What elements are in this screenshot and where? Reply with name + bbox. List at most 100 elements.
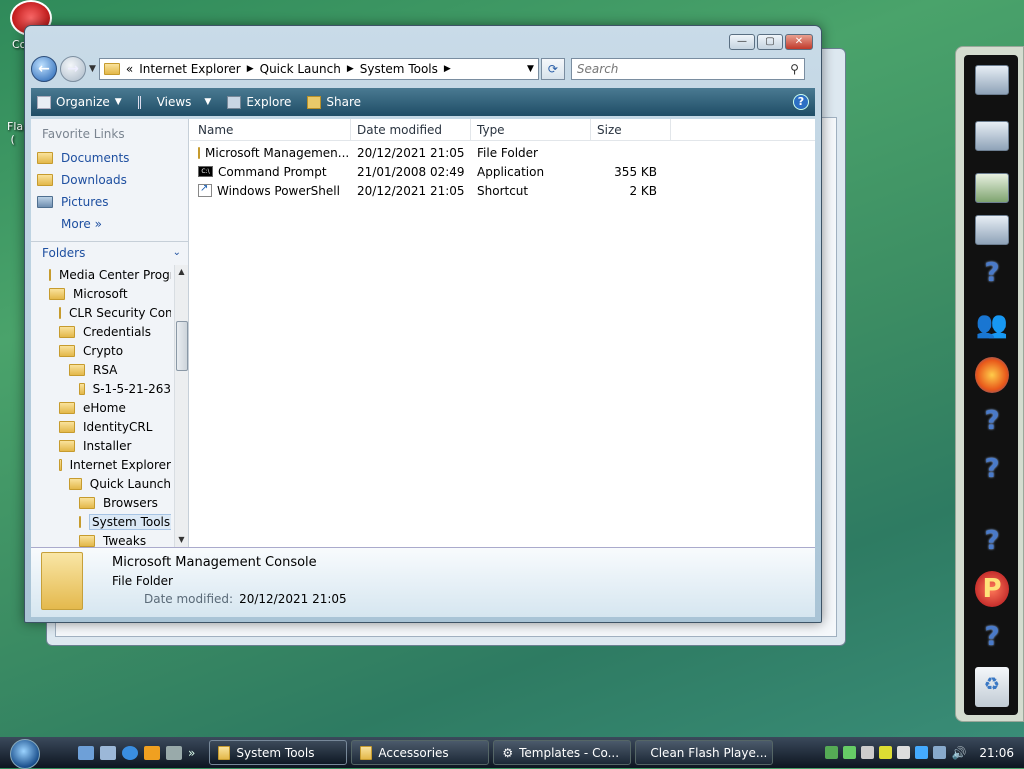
tree-item[interactable]: Microsoft [31, 284, 171, 303]
volume-icon[interactable]: 🔊 [951, 746, 966, 760]
tray-monitor-icon[interactable] [861, 746, 875, 759]
share-button[interactable]: Share [307, 95, 361, 109]
fav-link-documents[interactable]: Documents [31, 147, 188, 169]
tree-item[interactable]: Internet Explorer [31, 455, 171, 474]
tray-app-icon[interactable] [915, 746, 929, 759]
chevron-right-icon[interactable]: ▶ [247, 64, 254, 74]
folder-icon [79, 534, 95, 547]
folders-header[interactable]: Folders ⌄ [31, 241, 189, 263]
tray-user-icon[interactable] [843, 746, 857, 759]
file-list: Name Date modified Type Size Microsoft M… [190, 119, 815, 547]
fav-link-pictures[interactable]: Pictures [31, 191, 188, 213]
tree-item[interactable]: Crypto [31, 341, 171, 360]
scroll-down-icon[interactable]: ▼ [175, 533, 188, 547]
file-row[interactable]: C:\ Command Prompt 21/01/2008 02:49 Applica… [190, 162, 815, 181]
tree-item[interactable]: Quick Launch [31, 474, 171, 493]
help-icon[interactable]: ? [975, 619, 1009, 655]
desktop-icon-fla[interactable]: Fla ( [7, 120, 23, 146]
file-name-cell[interactable]: Microsoft Managemen... [190, 146, 351, 160]
media-player-icon[interactable] [144, 745, 160, 760]
chevron-right-icon[interactable]: ▶ [347, 64, 354, 74]
messenger-icon[interactable]: 👥 [975, 307, 1009, 343]
network-icon[interactable] [166, 745, 182, 760]
maximize-button[interactable]: ▢ [757, 34, 783, 50]
p-app-icon[interactable]: P [975, 571, 1009, 607]
file-row[interactable]: Microsoft Managemen... 20/12/2021 21:05 Fi… [190, 143, 815, 162]
tray-display-icon[interactable] [897, 746, 911, 759]
taskbar: » System Tools Accessories ⚙ Templates -… [0, 737, 1024, 769]
green-folder-icon[interactable] [975, 173, 1009, 203]
scrollbar-thumb[interactable] [176, 321, 188, 371]
folder-icon[interactable] [975, 121, 1009, 151]
scroll-up-icon[interactable]: ▲ [175, 265, 188, 279]
tree-item[interactable]: Browsers [31, 493, 171, 512]
tray-shield-icon[interactable] [879, 746, 893, 759]
address-bar[interactable]: « Internet Explorer ▶ Quick Launch ▶ Sys… [98, 58, 539, 80]
tree-item[interactable]: CLR Security Config [31, 303, 171, 322]
taskbar-button-clean-flash[interactable]: Clean Flash Playe... [635, 740, 774, 765]
chevron-right-icon[interactable]: ▶ [444, 64, 451, 74]
tree-item[interactable]: RSA [31, 360, 171, 379]
help-icon[interactable]: ? [975, 523, 1009, 559]
help-icon[interactable]: ? [975, 255, 1009, 291]
tree-item[interactable]: Credentials [31, 322, 171, 341]
desktop-icon[interactable] [78, 745, 94, 760]
help-icon[interactable]: ? [975, 451, 1009, 487]
explore-button[interactable]: Explore [227, 95, 291, 109]
tree-item[interactable]: S-1-5-21-263 [31, 379, 171, 398]
views-button[interactable]: Views ▼ [137, 95, 211, 109]
fav-link-downloads[interactable]: Downloads [31, 169, 188, 191]
recycle-bin-icon[interactable]: ♻ [975, 667, 1009, 707]
close-button[interactable]: ✕ [785, 34, 813, 50]
taskbar-button-templates[interactable]: ⚙ Templates - Co... [493, 740, 632, 765]
sidebar-dock: ? 👥 ? ? ? P ? ♻ [955, 46, 1024, 722]
clock[interactable]: 21:06 [979, 746, 1014, 760]
help-icon[interactable]: ? [975, 403, 1009, 439]
start-button[interactable] [0, 737, 50, 769]
tree-item[interactable]: System Tools [31, 512, 171, 531]
address-dropdown-icon[interactable]: ▼ [527, 64, 534, 74]
taskbar-button-accessories[interactable]: Accessories [351, 740, 490, 765]
double-chevron-icon[interactable]: » [188, 746, 195, 760]
file-name-cell[interactable]: C:\ Command Prompt [190, 165, 351, 179]
tree-scrollbar[interactable]: ▲ ▼ [174, 265, 188, 547]
back-button[interactable]: ← [31, 56, 57, 82]
refresh-button[interactable]: ⟳ [540, 58, 565, 80]
tray-network-icon[interactable] [933, 746, 947, 759]
tree-item-label: Browsers [103, 495, 158, 510]
tree-item[interactable]: eHome [31, 398, 171, 417]
minimize-button[interactable]: — [729, 34, 755, 50]
taskbar-button-system-tools[interactable]: System Tools [209, 740, 348, 765]
column-type[interactable]: Type [471, 119, 591, 140]
help-icon[interactable]: ? [793, 94, 809, 110]
column-name[interactable]: Name [190, 119, 351, 140]
printer-icon[interactable] [975, 65, 1009, 95]
column-date-modified[interactable]: Date modified [351, 119, 471, 140]
folder-icon [79, 382, 85, 395]
organize-button[interactable]: Organize ▼ [37, 95, 122, 109]
forward-button[interactable]: → [60, 56, 86, 82]
file-name-cell[interactable]: Windows PowerShell [190, 184, 351, 198]
switch-windows-icon[interactable] [100, 745, 116, 760]
file-row[interactable]: Windows PowerShell 20/12/2021 21:05 Shortc… [190, 181, 815, 200]
breadcrumb-system-tools[interactable]: System Tools [360, 62, 438, 76]
fav-more-link[interactable]: More » [31, 213, 188, 231]
column-size[interactable]: Size [591, 119, 671, 140]
large-folder-icon [41, 552, 83, 610]
tree-item[interactable]: Installer [31, 436, 171, 455]
tray-arrows-icon[interactable] [825, 746, 839, 759]
tree-item-label: CLR Security Config [69, 305, 171, 320]
computer-folder-icon[interactable] [975, 215, 1009, 245]
search-input[interactable]: Search ⚲ [570, 58, 805, 80]
search-icon[interactable]: ⚲ [790, 62, 799, 76]
address-prefix[interactable]: « [126, 62, 133, 76]
firefox-icon[interactable] [975, 357, 1009, 393]
tree-item[interactable]: Media Center Programs [31, 265, 171, 284]
tree-item[interactable]: IdentityCRL [31, 417, 171, 436]
tree-item[interactable]: Tweaks [31, 531, 171, 547]
recent-pages-dropdown[interactable]: ▼ [89, 64, 96, 74]
breadcrumb-internet-explorer[interactable]: Internet Explorer [139, 62, 240, 76]
internet-explorer-icon[interactable] [122, 745, 138, 760]
breadcrumb-quick-launch[interactable]: Quick Launch [260, 62, 341, 76]
folder-icon [49, 287, 65, 300]
